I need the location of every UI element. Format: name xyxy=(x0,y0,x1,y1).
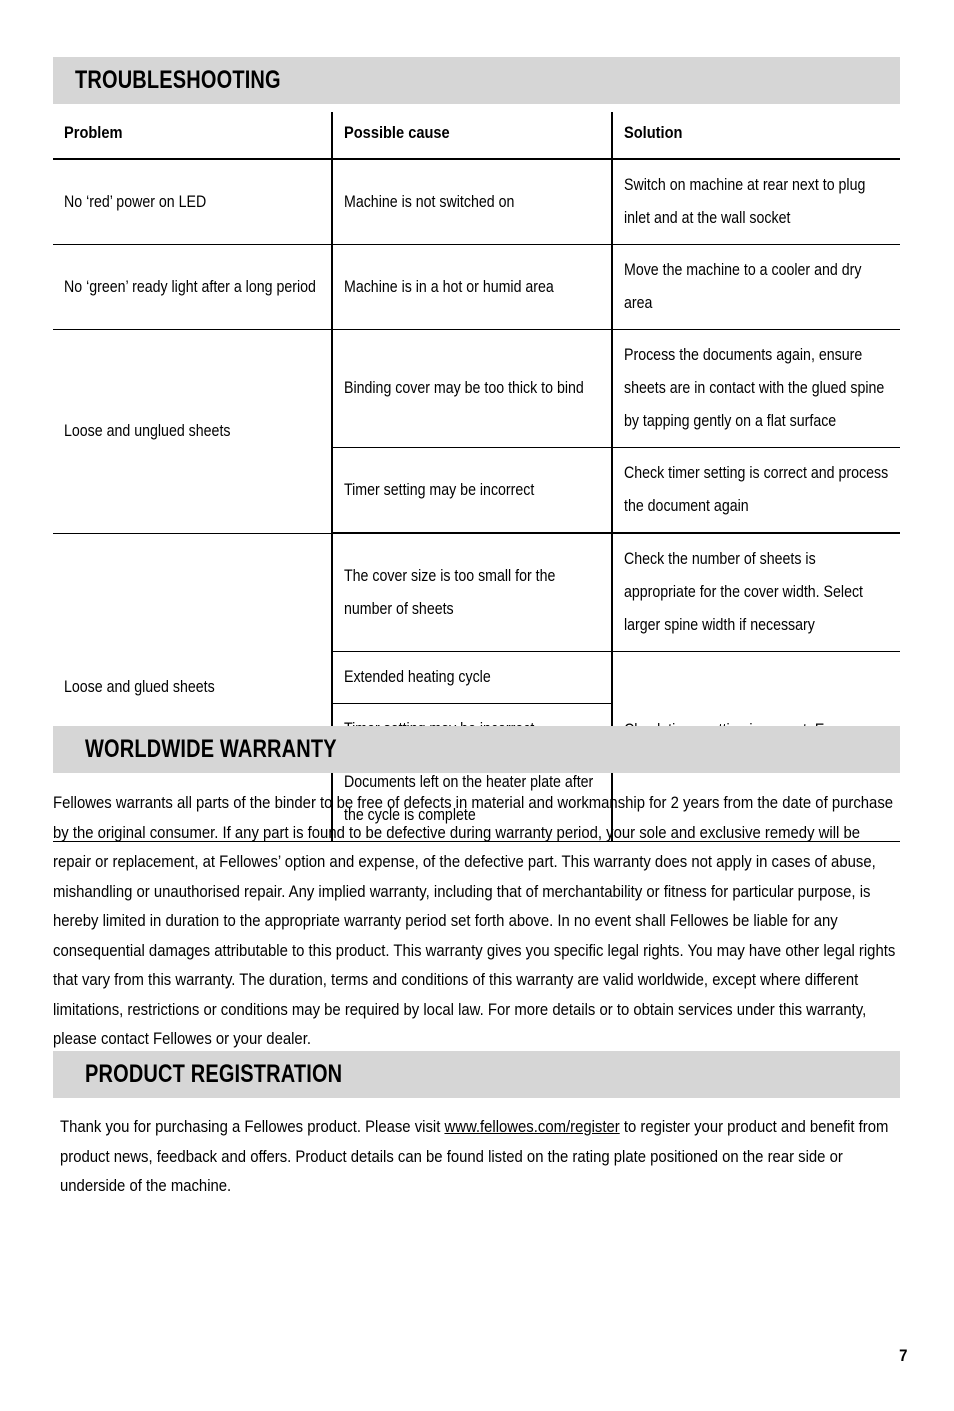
cell-problem: No ‘red’ power on LED xyxy=(53,159,332,245)
section-band-registration: PRODUCT REGISTRATION xyxy=(53,1051,900,1098)
cell-solution: Process the documents again, ensure shee… xyxy=(611,329,900,448)
warranty-paragraph: Fellowes warrants all parts of the binde… xyxy=(53,788,900,1054)
table-row: Loose and glued sheets The cover size is… xyxy=(53,533,900,842)
table-row: No ‘green’ ready light after a long peri… xyxy=(53,244,900,330)
section-band-troubleshooting: TROUBLESHOOTING xyxy=(53,57,900,104)
table-row: No ‘red’ power on LED Machine is not swi… xyxy=(53,159,900,245)
section-band-warranty: WORLDWIDE WARRANTY xyxy=(53,726,900,773)
cell-cause: Extended heating cycle xyxy=(331,651,612,704)
section-heading-troubleshooting: TROUBLESHOOTING xyxy=(75,66,281,94)
cell-cause: Binding cover may be too thick to bind xyxy=(331,329,612,448)
registration-body-text: Thank you for purchasing a Fellowes prod… xyxy=(60,1112,900,1201)
cell-problem-grouped: Loose and unglued sheets xyxy=(53,329,332,534)
table-header-row: Problem Possible cause Solution xyxy=(53,112,900,160)
registration-text-before-link: Thank you for purchasing a Fellowes prod… xyxy=(60,1117,445,1136)
column-header-solution: Solution xyxy=(611,112,900,160)
warranty-body-text: Fellowes warrants all parts of the binde… xyxy=(53,793,896,1048)
cell-cause: Timer setting may be incorrect xyxy=(331,447,612,534)
registration-paragraph: Thank you for purchasing a Fellowes prod… xyxy=(60,1112,900,1201)
cell-problem: No ‘green’ ready light after a long peri… xyxy=(53,244,332,330)
column-header-cause: Possible cause xyxy=(331,112,612,160)
cell-solution: Check timer setting is correct and proce… xyxy=(611,447,900,534)
cell-solution: Check the number of sheets is appropriat… xyxy=(611,533,900,652)
fellowes-register-link[interactable]: www.fellowes.com/register xyxy=(444,1117,619,1136)
section-heading-registration: PRODUCT REGISTRATION xyxy=(85,1060,343,1088)
cell-solution: Switch on machine at rear next to plug i… xyxy=(611,159,900,245)
cell-solution: Move the machine to a cooler and dry are… xyxy=(611,244,900,330)
table-row: Loose and unglued sheets Binding cover m… xyxy=(53,329,900,534)
cell-cause: Machine is in a hot or humid area xyxy=(331,244,612,330)
section-heading-warranty: WORLDWIDE WARRANTY xyxy=(85,735,337,763)
column-header-problem: Problem xyxy=(53,112,332,160)
page-number: 7 xyxy=(898,1346,907,1365)
document-page: TROUBLESHOOTING Problem Possible cause S… xyxy=(0,0,954,1411)
cell-cause: Machine is not switched on xyxy=(331,159,612,245)
cell-cause: The cover size is too small for the numb… xyxy=(331,533,612,652)
